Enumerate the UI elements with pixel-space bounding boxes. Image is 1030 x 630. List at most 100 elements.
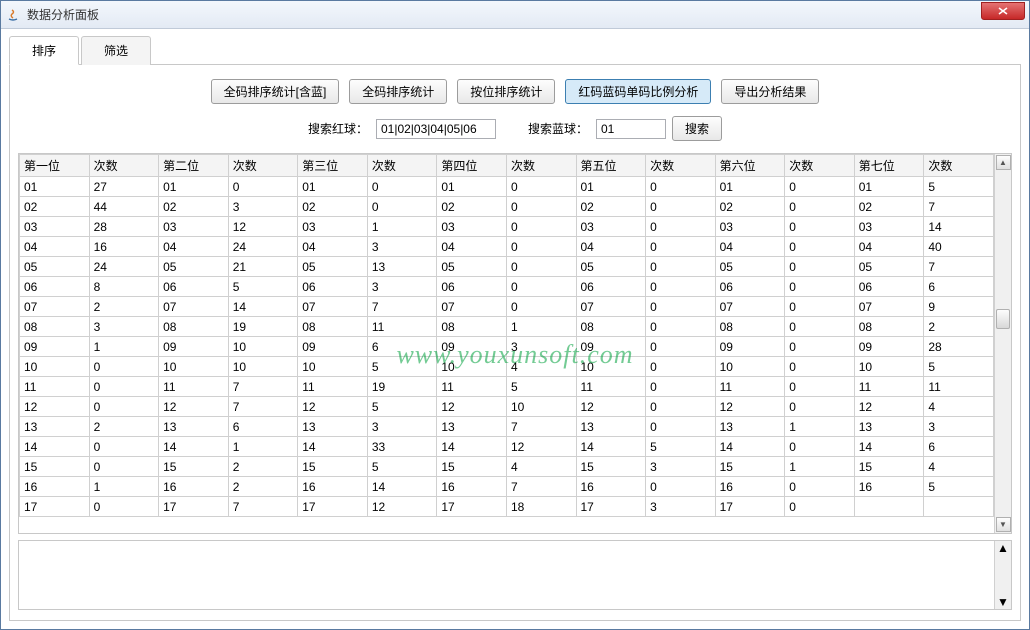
tab-sort[interactable]: 排序: [9, 36, 79, 65]
table-cell: 4: [924, 397, 994, 417]
table-cell: 16: [89, 237, 159, 257]
table-cell: 14: [20, 437, 90, 457]
table-row[interactable]: 132136133137130131133: [20, 417, 994, 437]
table-cell: 3: [646, 497, 716, 517]
table-cell: 13: [437, 417, 507, 437]
column-header[interactable]: 第一位: [20, 155, 90, 177]
column-header[interactable]: 第二位: [159, 155, 229, 177]
textarea-scroll-down[interactable]: ▼: [997, 595, 1009, 609]
table-cell: 7: [506, 477, 576, 497]
search-button[interactable]: 搜索: [672, 116, 722, 141]
column-header[interactable]: 次数: [646, 155, 716, 177]
column-header[interactable]: 第四位: [437, 155, 507, 177]
table-cell: 0: [506, 237, 576, 257]
table-row[interactable]: 150152155154153151154: [20, 457, 994, 477]
table-cell: 10: [437, 357, 507, 377]
table-cell: 0: [89, 377, 159, 397]
table-cell: 3: [646, 457, 716, 477]
table-cell: 7: [228, 397, 298, 417]
ratio-analysis-button[interactable]: 红码蓝码单码比例分析: [565, 79, 711, 104]
scroll-up-arrow[interactable]: ▲: [996, 155, 1011, 170]
textarea-scroll-up[interactable]: ▲: [997, 541, 1009, 555]
table-cell: 5: [228, 277, 298, 297]
table-cell: 21: [228, 257, 298, 277]
table-cell: 12: [20, 397, 90, 417]
table-cell: 6: [228, 417, 298, 437]
result-table: 第一位次数第二位次数第三位次数第四位次数第五位次数第六位次数第七位次数01270…: [18, 153, 1012, 534]
column-header[interactable]: 第三位: [298, 155, 368, 177]
column-header[interactable]: 次数: [367, 155, 437, 177]
table-cell: 0: [506, 277, 576, 297]
table-row[interactable]: 0127010010010010010015: [20, 177, 994, 197]
full-sort-with-blue-button[interactable]: 全码排序统计[含蓝]: [211, 79, 340, 104]
table-cell: 03: [159, 217, 229, 237]
table-cell: 09: [20, 337, 90, 357]
column-header[interactable]: 第六位: [715, 155, 785, 177]
table-cell: 09: [854, 337, 924, 357]
table-cell: 14: [854, 437, 924, 457]
tab-filter[interactable]: 筛选: [81, 36, 151, 65]
column-header[interactable]: 次数: [924, 155, 994, 177]
column-header[interactable]: 第七位: [854, 155, 924, 177]
scroll-down-arrow[interactable]: ▼: [996, 517, 1011, 532]
table-row[interactable]: 068065063060060060066: [20, 277, 994, 297]
table-row[interactable]: 0720714077070070070079: [20, 297, 994, 317]
column-header[interactable]: 次数: [228, 155, 298, 177]
table-vertical-scrollbar[interactable]: ▲ ▼: [994, 154, 1011, 533]
table-cell: 12: [854, 397, 924, 417]
table-row[interactable]: 11011711191151101101111: [20, 377, 994, 397]
table-row[interactable]: 0244023020020020020027: [20, 197, 994, 217]
column-header[interactable]: 次数: [89, 155, 159, 177]
output-textarea[interactable]: ▲ ▼: [18, 540, 1012, 610]
close-button[interactable]: [981, 2, 1025, 20]
table-row[interactable]: 17017717121718173170: [20, 497, 994, 517]
table-cell: 11: [20, 377, 90, 397]
table-row[interactable]: 041604240430400400400440: [20, 237, 994, 257]
table-cell: 0: [367, 177, 437, 197]
table-cell: 19: [367, 377, 437, 397]
table-cell: 0: [646, 317, 716, 337]
table-cell: 02: [576, 197, 646, 217]
table-cell: 14: [576, 437, 646, 457]
table-row[interactable]: 14014114331412145140146: [20, 437, 994, 457]
table-cell: 11: [159, 377, 229, 397]
table-cell: 08: [437, 317, 507, 337]
table-row[interactable]: 052405210513050050050057: [20, 257, 994, 277]
table-row[interactable]: 09109100960930900900928: [20, 337, 994, 357]
table-cell: 08: [159, 317, 229, 337]
table-cell: 16: [576, 477, 646, 497]
table-cell: 02: [715, 197, 785, 217]
column-header[interactable]: 次数: [506, 155, 576, 177]
table-row[interactable]: 032803120310300300300314: [20, 217, 994, 237]
table-cell: 3: [367, 417, 437, 437]
table-cell: 7: [367, 297, 437, 317]
table-row[interactable]: 1001010105104100100105: [20, 357, 994, 377]
table-cell: 08: [576, 317, 646, 337]
column-header[interactable]: 第五位: [576, 155, 646, 177]
by-position-sort-button[interactable]: 按位排序统计: [457, 79, 555, 104]
column-header[interactable]: 次数: [785, 155, 855, 177]
table-cell: 0: [506, 257, 576, 277]
table-cell: 7: [506, 417, 576, 437]
table-cell: 0: [785, 277, 855, 297]
table-cell: 12: [506, 437, 576, 457]
table-cell: 5: [506, 377, 576, 397]
table-cell: 15: [576, 457, 646, 477]
search-blue-input[interactable]: [596, 119, 666, 139]
export-results-button[interactable]: 导出分析结果: [721, 79, 819, 104]
table-cell: 0: [785, 197, 855, 217]
table-cell: 06: [715, 277, 785, 297]
scroll-thumb[interactable]: [996, 309, 1010, 329]
table-cell: 7: [228, 497, 298, 517]
table-cell: 01: [715, 177, 785, 197]
search-red-input[interactable]: [376, 119, 496, 139]
table-row[interactable]: 1201271251210120120124: [20, 397, 994, 417]
full-sort-button[interactable]: 全码排序统计: [349, 79, 447, 104]
table-cell: 0: [89, 357, 159, 377]
table-row[interactable]: 1611621614167160160165: [20, 477, 994, 497]
table-cell: 12: [437, 397, 507, 417]
table-cell: 0: [646, 337, 716, 357]
table-cell: 0: [785, 177, 855, 197]
table-cell: 0: [367, 197, 437, 217]
table-row[interactable]: 08308190811081080080082: [20, 317, 994, 337]
